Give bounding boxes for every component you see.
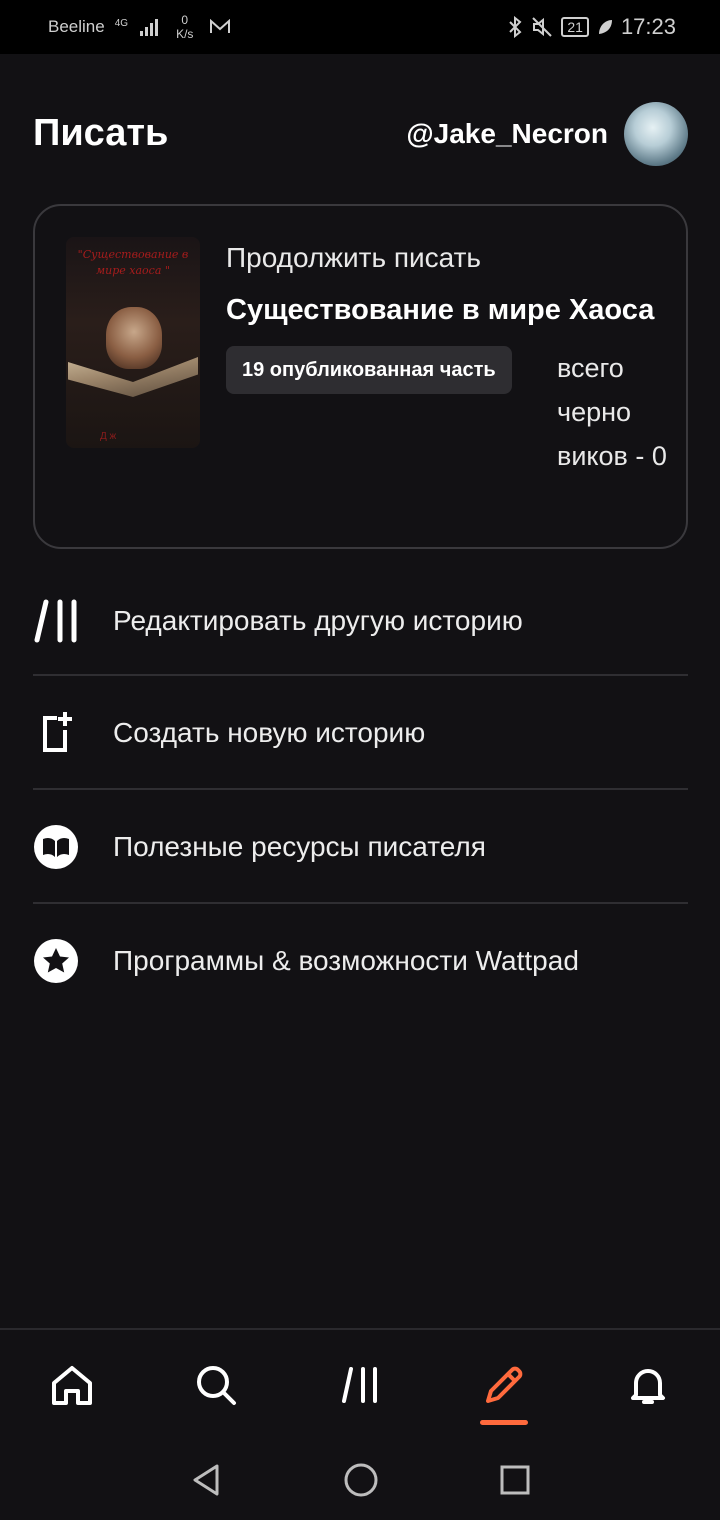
book-icon	[33, 824, 79, 870]
published-parts-badge: 19 опубликованная часть	[226, 346, 512, 394]
edit-other-story-item[interactable]: Редактировать другую историю	[33, 564, 688, 677]
cover-signature: Д ж	[100, 431, 117, 442]
bluetooth-icon	[509, 16, 522, 38]
skull-image	[106, 307, 162, 369]
menu-item-label: Создать новую историю	[113, 716, 426, 748]
bottom-nav	[0, 1330, 720, 1440]
continue-label: Продолжить писать	[226, 242, 482, 273]
nav-write[interactable]	[464, 1345, 544, 1425]
library-icon	[33, 598, 79, 644]
recents-icon[interactable]	[499, 1464, 531, 1496]
writer-resources-item[interactable]: Полезные ресурсы писателя	[33, 790, 688, 903]
search-icon	[197, 1366, 236, 1405]
mail-icon	[210, 19, 231, 33]
clock: 17:23	[620, 14, 676, 39]
system-nav	[0, 1440, 720, 1520]
wattpad-programs-item[interactable]: Программы & возможности Wattpad	[33, 904, 688, 1017]
menu-item-label: Редактировать другую историю	[113, 604, 523, 636]
network-speed: 0 K/s	[176, 13, 194, 41]
battery-level: 21	[561, 17, 589, 37]
status-bar: Beeline 4G 0 K/s 21 17:23	[0, 0, 720, 54]
story-title[interactable]: Существование в мире Хаоса	[226, 294, 654, 327]
menu-item-label: Полезные ресурсы писателя	[113, 830, 486, 862]
home-button-icon[interactable]	[343, 1462, 379, 1498]
signal-icon	[140, 18, 159, 36]
nav-library[interactable]	[320, 1345, 400, 1425]
avatar[interactable]	[624, 102, 688, 166]
nav-search[interactable]	[176, 1345, 256, 1425]
back-icon[interactable]	[189, 1463, 223, 1497]
cover-title: "Существование в мире хаоса "	[77, 248, 189, 277]
leaf-icon	[598, 20, 612, 34]
username[interactable]: @Jake_Necron	[406, 118, 608, 150]
bell-icon	[631, 1369, 665, 1404]
network-type: 4G	[114, 17, 129, 29]
mute-icon	[532, 17, 553, 37]
home-icon	[52, 1366, 92, 1405]
carrier-name: Beeline	[48, 17, 105, 36]
menu-item-label: Программы & возможности Wattpad	[113, 944, 579, 976]
continue-writing-card[interactable]: "Существование в мире хаоса " Д ж Продол…	[33, 204, 688, 549]
new-story-icon	[33, 710, 79, 756]
star-icon	[33, 938, 79, 984]
active-indicator	[480, 1420, 528, 1425]
page-title: Писать	[33, 112, 169, 154]
create-new-story-item[interactable]: Создать новую историю	[33, 676, 688, 789]
nav-notifications[interactable]	[608, 1345, 688, 1425]
nav-home[interactable]	[32, 1345, 112, 1425]
write-icon	[486, 1366, 523, 1403]
library-icon	[342, 1367, 377, 1403]
drafts-count: всего черно виков - 0	[557, 353, 667, 471]
story-cover[interactable]: "Существование в мире хаоса " Д ж	[66, 237, 200, 448]
